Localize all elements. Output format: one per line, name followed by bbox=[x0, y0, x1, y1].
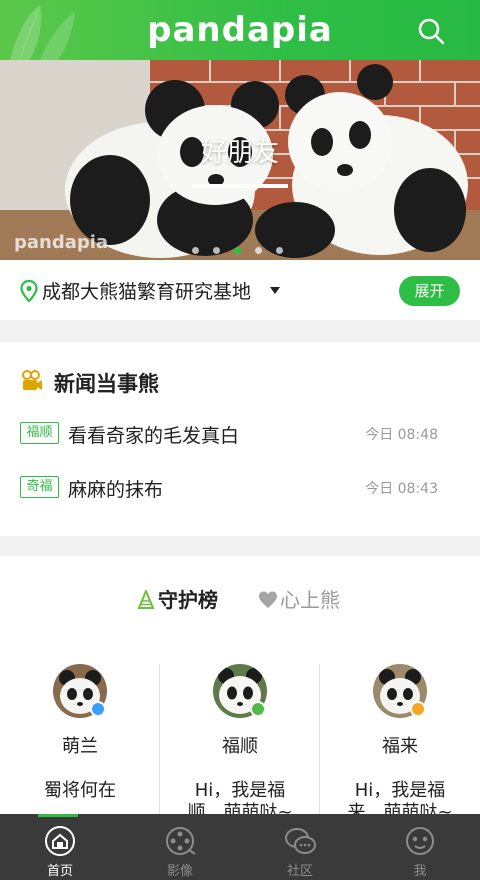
news-section-title: 新闻当事熊 bbox=[54, 372, 159, 396]
nav-item-media[interactable]: 影像 bbox=[120, 814, 240, 880]
news-item[interactable]: 福顺 看看奇家的毛发真白 今日 08:48 bbox=[0, 413, 480, 453]
sun-badge-icon bbox=[410, 701, 426, 717]
news-item[interactable]: 奇福 麻麻的抹布 今日 08:43 bbox=[0, 467, 480, 507]
carousel-dot[interactable] bbox=[192, 247, 199, 254]
movie-camera-icon bbox=[22, 370, 42, 390]
search-icon[interactable] bbox=[416, 16, 446, 46]
home-icon bbox=[45, 826, 75, 856]
carousel-dot[interactable] bbox=[255, 247, 262, 254]
news-headline[interactable]: 看看奇家的毛发真白 bbox=[68, 421, 239, 448]
nav-label: 社区 bbox=[286, 864, 313, 879]
tab-heart-bear[interactable]: 心上熊 bbox=[258, 584, 340, 614]
app-logo: pandapia bbox=[147, 10, 333, 50]
leaf-badge-icon bbox=[250, 701, 266, 717]
tab-guard-ranking[interactable]: 守护榜 bbox=[136, 584, 218, 614]
news-tag: 奇福 bbox=[20, 476, 59, 498]
tab-guard-label: 守护榜 bbox=[158, 588, 218, 612]
panda-card[interactable]: 福来 Hi，我是福来，萌萌哒~ bbox=[320, 660, 480, 814]
panda-description: Hi，我是福来，萌萌哒~ bbox=[347, 780, 453, 814]
banner-carousel[interactable]: 好朋友 pandapia bbox=[0, 60, 480, 260]
chevron-down-icon[interactable] bbox=[270, 287, 280, 295]
news-time: 今日 08:48 bbox=[365, 427, 438, 443]
nav-item-community[interactable]: 社区 bbox=[240, 814, 360, 880]
panda-name: 福顺 bbox=[222, 736, 258, 757]
carousel-dots bbox=[192, 247, 283, 255]
banner-caption-underline bbox=[192, 184, 288, 188]
nav-item-home[interactable]: 首页 bbox=[0, 814, 120, 880]
tab-heart-label: 心上熊 bbox=[280, 588, 340, 612]
film-reel-icon bbox=[166, 827, 196, 855]
panda-description: Hi，我是福顺，萌萌哒~ bbox=[187, 780, 293, 814]
nav-label: 我 bbox=[413, 864, 427, 879]
carousel-dot-active[interactable] bbox=[234, 247, 241, 254]
nav-label: 影像 bbox=[166, 864, 193, 879]
location-row: 成都大熊猫繁育研究基地 展开 bbox=[0, 260, 480, 320]
expand-button[interactable]: 展开 bbox=[399, 276, 460, 306]
news-time: 今日 08:43 bbox=[365, 481, 438, 497]
news-headline[interactable]: 麻麻的抹布 bbox=[68, 475, 163, 502]
section-divider bbox=[0, 320, 480, 342]
location-name[interactable]: 成都大熊猫繁育研究基地 bbox=[42, 277, 251, 304]
nav-item-me[interactable]: 我 bbox=[360, 814, 480, 880]
panda-card[interactable]: 萌兰 蜀将何在 bbox=[0, 660, 160, 814]
section-divider bbox=[0, 536, 480, 556]
banner-watermark: pandapia bbox=[14, 232, 109, 253]
app-header: pandapia bbox=[0, 0, 480, 60]
carousel-dot[interactable] bbox=[276, 247, 283, 254]
panda-description: 蜀将何在 bbox=[44, 780, 116, 801]
news-tag: 福顺 bbox=[20, 422, 59, 444]
panda-profile-icon bbox=[406, 827, 434, 855]
cloud-badge-icon bbox=[90, 701, 106, 717]
panda-card[interactable]: 福顺 Hi，我是福顺，萌萌哒~ bbox=[160, 660, 320, 814]
panda-name: 福来 bbox=[382, 736, 418, 757]
carousel-dot[interactable] bbox=[213, 247, 220, 254]
heart-icon bbox=[259, 591, 277, 608]
nav-label: 首页 bbox=[46, 864, 73, 879]
bamboo-shoot-icon bbox=[137, 590, 155, 609]
location-pin-icon bbox=[20, 280, 38, 302]
chat-bubbles-icon bbox=[285, 828, 316, 854]
panda-name: 萌兰 bbox=[62, 736, 98, 757]
banner-caption: 好朋友 bbox=[200, 138, 279, 168]
